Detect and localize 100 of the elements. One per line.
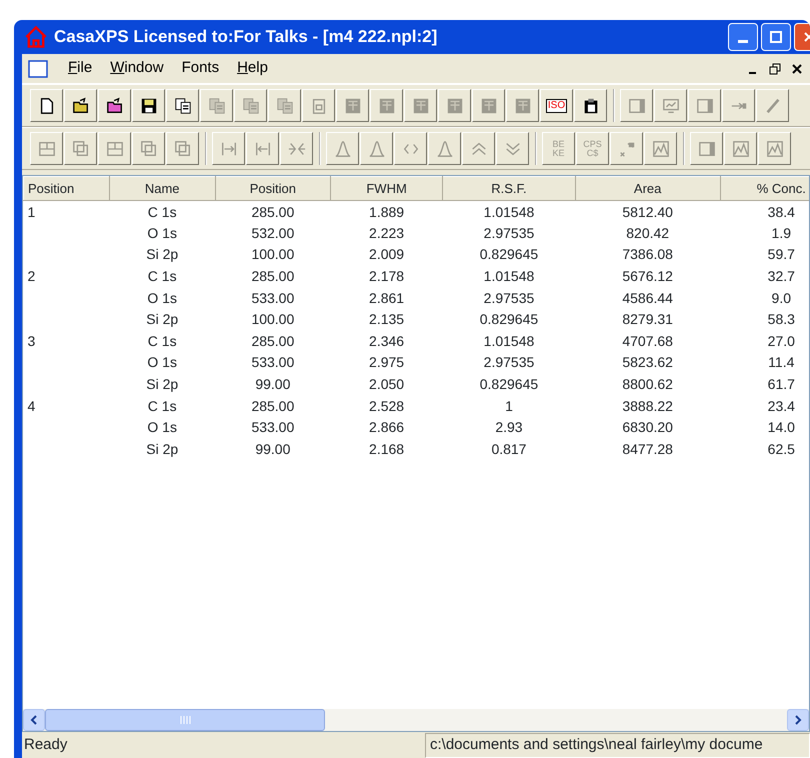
- close-icon[interactable]: [790, 62, 804, 76]
- minimize-button[interactable]: [728, 23, 758, 51]
- monitor-icon: [662, 96, 680, 114]
- table-cell-text: 99.00: [254, 375, 292, 394]
- peak-icon: [436, 140, 454, 158]
- table-cell-text: 2: [26, 267, 36, 286]
- menu-item[interactable]: Window: [110, 57, 164, 80]
- table-cell-text: 533.00: [250, 288, 296, 308]
- table-cell-text: Si 2p: [145, 375, 180, 394]
- table-cell-text: Si 2p: [145, 310, 180, 330]
- restore-icon[interactable]: [768, 62, 782, 76]
- table-cell-text: 7386.08: [621, 245, 674, 264]
- table-cell-text: 2.346: [368, 332, 406, 351]
- iso-button[interactable]: ISO: [540, 89, 573, 122]
- table-cell-text: C 1s: [146, 396, 178, 416]
- toolbar-button[interactable]: [98, 89, 131, 122]
- table-cell-text: 100.00: [250, 245, 296, 264]
- table-cell-text: C 1s: [146, 332, 178, 351]
- table-cell-text: 3: [26, 332, 36, 351]
- toolbar-button[interactable]: [574, 89, 607, 122]
- table-cell-text: Si 2p: [145, 440, 180, 459]
- table-cell: 1.01548: [442, 200, 576, 222]
- scroll-left-button[interactable]: [23, 709, 45, 731]
- table-cell-text: 14.0: [766, 418, 796, 438]
- window-title: CasaXPS Licensed to:For Talks - [m4 222.npl:2]: [54, 26, 438, 48]
- table-cell-text: 59.7: [766, 245, 796, 264]
- menu-item[interactable]: Fonts: [182, 57, 220, 80]
- table-cell: 285.00: [215, 200, 330, 222]
- table-cell-text: 0.829645: [478, 310, 540, 330]
- copy-icon: [242, 96, 260, 114]
- column-header[interactable]: Name: [109, 176, 216, 200]
- column-header[interactable]: R.S.F.: [442, 176, 576, 200]
- toolbar-button[interactable]: [132, 89, 165, 122]
- scrollbar-thumb[interactable]: [45, 709, 325, 731]
- table-cell-text: O 1s: [146, 418, 178, 438]
- pencil-icon: [764, 96, 782, 114]
- document-icon: [26, 58, 50, 78]
- menu-item[interactable]: File: [68, 57, 92, 80]
- table-cell-text: 27.0: [766, 332, 796, 351]
- peak-icon: [368, 140, 386, 158]
- clipboard-icon: [582, 96, 600, 114]
- table-cell-text: 2.97535: [482, 224, 536, 243]
- table-cell-text: 1.01548: [482, 267, 536, 286]
- peak-icon: [334, 140, 352, 158]
- column-header[interactable]: % Conc.: [720, 176, 809, 200]
- table-cell-text: O 1s: [146, 353, 178, 372]
- toolbar-button[interactable]: [166, 89, 199, 122]
- table-cell-text: 8800.62: [621, 375, 674, 394]
- chart-icon: [652, 140, 670, 158]
- table-cell-text: O 1s: [146, 288, 178, 308]
- table-cell-text: 820.42: [625, 224, 670, 243]
- column-header[interactable]: Area: [575, 176, 720, 200]
- column-header[interactable]: FWHM: [330, 176, 443, 200]
- table-cell-text: 99.00: [254, 440, 292, 459]
- table-cell-text: 23.4: [766, 396, 796, 416]
- arrow-to-bar-icon: [220, 140, 238, 158]
- stack-icon: [140, 140, 158, 158]
- table-cell-text: C 1s: [146, 267, 178, 286]
- grid-icon: [446, 96, 464, 114]
- toolbar-button[interactable]: [64, 89, 97, 122]
- table-cell-text: 2.861: [368, 288, 406, 308]
- house-icon: [24, 25, 48, 49]
- panel-icon: [628, 96, 646, 114]
- panel-icon: [696, 96, 714, 114]
- table-cell-text: 32.7: [766, 267, 796, 286]
- scroll-right-button[interactable]: [787, 709, 809, 731]
- table-cell-text: 5823.62: [621, 353, 674, 372]
- menu-item[interactable]: Help: [237, 57, 268, 80]
- table-cell-text: 2.975: [368, 353, 406, 372]
- table-cell-text: 285.00: [250, 267, 296, 286]
- table-cell-text: 532.00: [250, 224, 296, 243]
- maximize-icon: [769, 30, 783, 44]
- minimize-icon: [738, 40, 748, 42]
- chart-icon: [732, 140, 750, 158]
- table-cell-text: 2.866: [368, 418, 406, 438]
- column-header[interactable]: Position: [24, 176, 110, 200]
- table-cell: 1.889: [330, 200, 443, 222]
- table-cell-text: 3888.22: [621, 396, 674, 416]
- table-cell-text: 8279.31: [621, 310, 674, 330]
- table-cell: 1: [24, 200, 110, 222]
- stack-icon: [174, 140, 192, 158]
- column-header[interactable]: Position: [215, 176, 330, 200]
- table-cell-text: 5676.12: [621, 267, 674, 286]
- table-cell-text: 61.7: [766, 375, 796, 394]
- arrow-to-bar-icon: [254, 140, 272, 158]
- table-cell-text: 2.178: [368, 267, 406, 286]
- table-cell-text: 1.01548: [482, 332, 536, 351]
- grid-icon: [412, 96, 430, 114]
- table-cell-text: 1: [504, 396, 514, 416]
- grid-icon: [378, 96, 396, 114]
- stack-icon: [72, 140, 90, 158]
- toolbar-button[interactable]: [30, 89, 63, 122]
- grid-icon: [514, 96, 532, 114]
- table-cell-text: 0.817: [490, 440, 528, 459]
- table-cell-text: 1.9: [770, 224, 792, 243]
- table-cell-text: 285.00: [250, 332, 296, 351]
- maximize-button[interactable]: [761, 23, 791, 51]
- layout-icon: [106, 140, 124, 158]
- file-path: c:\documents and settings\neal fairley\my docume: [425, 732, 810, 758]
- table-cell-text: 2.168: [368, 440, 406, 459]
